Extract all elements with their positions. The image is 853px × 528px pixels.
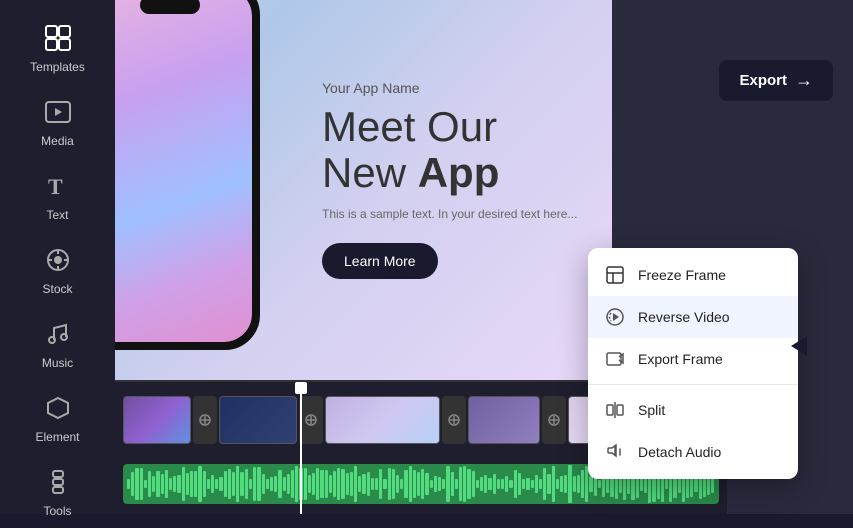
menu-item-detach-audio[interactable]: Detach Audio	[588, 431, 798, 473]
element-icon	[40, 390, 76, 426]
reverse-video-icon	[604, 306, 626, 328]
stock-label: Stock	[42, 282, 72, 296]
menu-item-reverse-video[interactable]: Reverse Video	[588, 296, 798, 338]
music-icon	[40, 316, 76, 352]
headline-bold: App	[418, 149, 500, 196]
sidebar-item-element[interactable]: Element	[13, 380, 103, 454]
timeline-clip-4[interactable]	[468, 396, 540, 444]
media-icon	[40, 94, 76, 130]
templates-label: Templates	[30, 60, 85, 74]
sidebar-item-templates[interactable]: Templates	[13, 10, 103, 84]
timeline-clip-3[interactable]	[325, 396, 440, 444]
tools-icon	[40, 464, 76, 500]
timeline-transition-1[interactable]	[193, 396, 217, 444]
export-button[interactable]: Export →	[719, 60, 833, 101]
timeline-scrubber[interactable]	[300, 382, 302, 514]
menu-item-split[interactable]: Split	[588, 389, 798, 431]
sidebar-item-text[interactable]: T Text	[13, 158, 103, 232]
app-subtext: This is a sample text. In your desired t…	[322, 206, 582, 223]
app-name-label: Your App Name	[322, 80, 582, 96]
timeline-clip-1[interactable]	[123, 396, 191, 444]
export-frame-label: Export Frame	[638, 351, 723, 367]
menu-divider	[588, 384, 798, 385]
sidebar: Templates Media T Text	[0, 0, 115, 514]
tools-label: Tools	[43, 504, 71, 518]
context-menu: Freeze Frame Reverse Video Export Frame	[588, 248, 798, 479]
timeline-transition-3[interactable]	[442, 396, 466, 444]
export-frame-icon	[604, 348, 626, 370]
headline-line1: Meet Our	[322, 103, 497, 150]
sidebar-item-stock[interactable]: Stock	[13, 232, 103, 306]
split-icon	[604, 399, 626, 421]
element-label: Element	[35, 430, 79, 444]
export-label: Export	[739, 72, 787, 89]
timeline-clip-2[interactable]	[219, 396, 297, 444]
media-label: Media	[41, 134, 74, 148]
text-icon: T	[40, 168, 76, 204]
scrubber-head	[295, 382, 307, 394]
detach-audio-icon	[604, 441, 626, 463]
stock-icon	[40, 242, 76, 278]
freeze-frame-label: Freeze Frame	[638, 267, 726, 283]
text-label: Text	[46, 208, 68, 222]
split-label: Split	[638, 402, 665, 418]
export-arrow-icon: →	[795, 70, 813, 91]
sidebar-item-tools[interactable]: Tools	[13, 454, 103, 528]
timeline-transition-2[interactable]	[299, 396, 323, 444]
detach-audio-label: Detach Audio	[638, 444, 721, 460]
sidebar-item-music[interactable]: Music	[13, 306, 103, 380]
timeline-transition-4[interactable]	[542, 396, 566, 444]
learn-more-button[interactable]: Learn More	[322, 243, 438, 279]
app-headline: Meet Our New App	[322, 104, 582, 196]
menu-item-freeze-frame[interactable]: Freeze Frame	[588, 254, 798, 296]
phone-notch	[140, 0, 200, 14]
app-text-area: Your App Name Meet Our New App This is a…	[322, 80, 582, 279]
reverse-video-label: Reverse Video	[638, 309, 730, 325]
music-label: Music	[42, 356, 73, 370]
headline-line2: New	[322, 149, 418, 196]
sidebar-item-media[interactable]: Media	[13, 84, 103, 158]
cursor-arrow-icon	[791, 336, 807, 356]
menu-item-export-frame[interactable]: Export Frame	[588, 338, 798, 380]
svg-text:T: T	[48, 174, 63, 199]
templates-icon	[40, 20, 76, 56]
freeze-frame-icon	[604, 264, 626, 286]
